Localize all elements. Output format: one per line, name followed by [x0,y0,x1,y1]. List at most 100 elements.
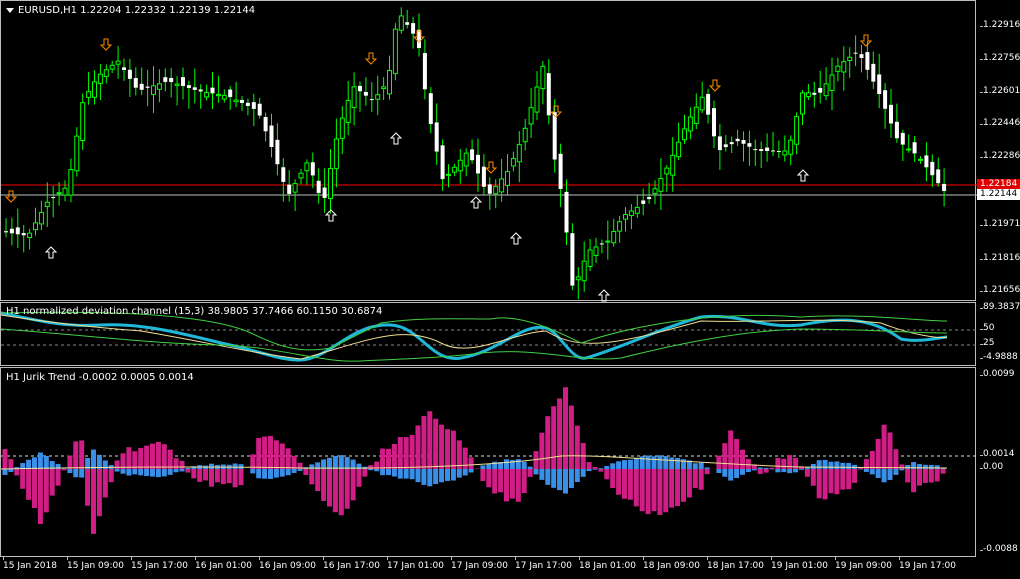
symbol-header: EURUSD,H1 1.22204 1.22332 1.22139 1.2214… [6,5,255,16]
jurik-bar [138,469,144,476]
candle-body [174,83,180,86]
jurik-bar [533,469,539,475]
jurik-bar [391,443,397,469]
jurik-bar [344,457,350,469]
jurik-bar [155,469,161,478]
jurik-bar [616,469,622,495]
time-label: 15 Jan 09:00 [67,557,124,571]
jurik-scale[interactable]: 0.0099 0.0014 0.00 -0.0088 [977,367,1020,557]
jurik-bar [297,469,303,471]
jurik-bar [32,469,37,508]
candle-body [38,212,44,225]
candle-body [528,107,534,125]
jurik-bar [415,425,421,469]
candle-body [942,183,947,191]
jurik-bar [563,387,568,469]
jurik-bar [675,469,681,507]
ndc-indicator-pane[interactable]: H1 normalized deviation channel (15,3) 3… [0,302,977,366]
candle-body [812,92,817,95]
candle-body [558,153,563,189]
ndc-scale[interactable]: 89.3837 50 25 -4.9888 [977,302,1020,366]
candle-body [269,125,274,147]
price-scale[interactable]: 1.22916 1.22756 1.22601 1.22446 1.22286 1.221… [977,0,1020,301]
candle-body [936,169,941,184]
candle-body [97,73,103,84]
candle-body [375,94,381,100]
jurik-bar [268,469,273,479]
candle-body [676,141,682,158]
candle-body [699,96,705,111]
candle-body [369,99,374,101]
price-chart-pane[interactable]: EURUSD,H1 1.22204 1.22332 1.22139 1.2214… [0,0,977,302]
jurik-bar [268,435,273,469]
jurik-bar [126,447,132,469]
candle-body [534,86,540,113]
jurik-trend-pane[interactable]: H1 Jurik Trend -0.0002 0.0005 0.0014 [0,367,977,557]
candle-body [151,85,156,95]
candle-body [877,74,882,94]
jurik-bar [657,455,663,469]
candle-body [92,81,97,98]
jurik-bar [380,469,386,476]
price-tick: 1.22286 [979,151,1020,161]
jurik-bar [32,457,37,469]
jurik-bar [161,469,167,477]
jurik-bar [551,406,557,469]
candle-body [924,155,929,168]
dropdown-triangle-icon[interactable] [6,7,14,13]
time-label: 16 Jan 01:00 [195,557,252,571]
jurik-bar [492,469,498,494]
jurik-bar [185,469,191,473]
candle-body [215,93,221,97]
candle-body [169,77,174,83]
price-tick: 1.22916 [979,20,1020,30]
jurik-bar [450,430,456,469]
candle-body [853,52,858,54]
candle-body [652,188,658,194]
ndc-tick: 25 [979,338,995,348]
candle-body [735,138,740,142]
jurik-bar [273,440,279,469]
candle-body [316,180,321,194]
candle-body [9,228,14,234]
jurik-bar [816,460,822,469]
candle-body [611,231,617,244]
jurik-bar [887,432,893,469]
jurik-bar [940,469,946,474]
candle-body [717,136,722,151]
jurik-bar [14,469,20,476]
candle-body [634,206,640,214]
jurik-bar [875,469,881,479]
jurik-bar [568,405,574,469]
jurik-bar [828,461,834,469]
jurik-bar [85,469,91,506]
candle-body [192,87,197,90]
jurik-bar [686,469,692,498]
candle-body [181,77,185,86]
jurik-bar [427,469,433,487]
time-label: 16 Jan 17:00 [323,557,380,571]
candle-body [351,86,357,109]
jurik-bar [344,469,350,509]
time-axis[interactable]: 15 Jan 2018 15 Jan 09:00 15 Jan 17:00 16 Ja… [0,557,976,579]
jurik-bar [138,447,144,469]
candle-body [641,200,646,204]
jurik-bar [574,425,580,469]
jurik-bar [433,469,439,485]
jurik-bar [73,469,79,478]
jurik-bar [722,443,728,469]
candle-body [540,65,546,90]
jurik-bar [763,467,769,469]
candle-body [451,166,457,173]
jurik-bar [521,461,527,469]
jurik-bar [863,469,869,472]
candle-body [487,184,492,194]
jurik-bar [79,440,85,469]
up-arrow-icon [509,232,523,245]
jurik-bar [486,469,492,488]
up-arrow-icon [469,196,483,209]
candle-body [417,29,421,48]
jurik-bar [226,469,232,484]
jurik-bar [374,469,380,472]
jurik-histogram [1,387,977,534]
